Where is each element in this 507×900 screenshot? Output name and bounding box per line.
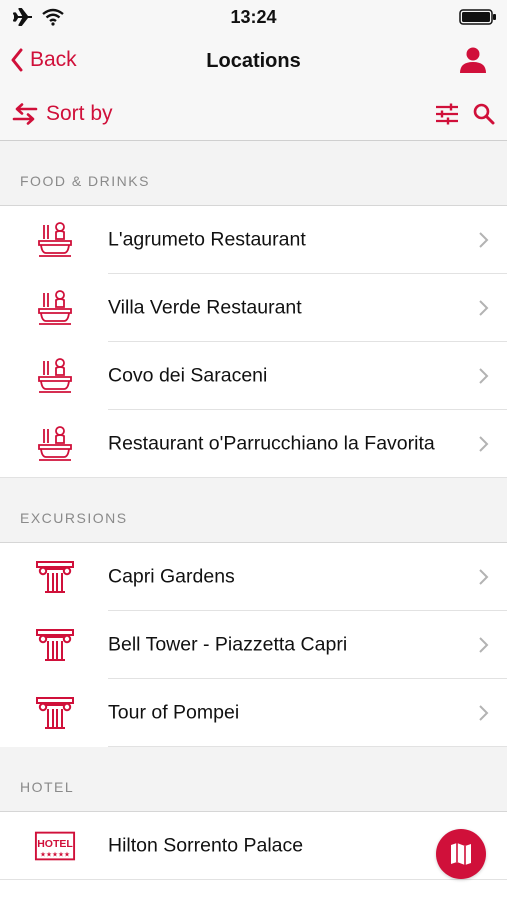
section-title: EXCURSIONS — [20, 510, 128, 526]
svg-text:★★★★★: ★★★★★ — [40, 852, 70, 859]
chevron-right-icon — [479, 232, 489, 248]
chevron-right-icon — [479, 569, 489, 585]
list-item[interactable]: HOTEL ★★★★★ Hilton Sorrento Palace — [0, 812, 507, 880]
column-icon — [34, 624, 76, 666]
hotel-icon: HOTEL ★★★★★ — [34, 825, 76, 867]
list-item-label: L'agrumeto Restaurant — [108, 228, 306, 251]
list-item[interactable]: Villa Verde Restaurant — [0, 274, 507, 342]
page-title: Locations — [206, 50, 301, 72]
battery-icon — [459, 9, 497, 30]
restaurant-icon — [34, 355, 76, 397]
locations-list: FOOD & DRINKS L'agrumeto Restaurant Vill… — [0, 141, 507, 880]
list-item[interactable]: Tour of Pompei — [0, 679, 507, 747]
user-button[interactable] — [459, 46, 487, 79]
list-item-label: Covo dei Saraceni — [108, 364, 268, 387]
chevron-right-icon — [479, 637, 489, 653]
status-bar: 13:24 — [0, 0, 507, 34]
navigation-bar: Back Locations — [0, 34, 507, 90]
list-item[interactable]: Bell Tower - Piazzetta Capri — [0, 611, 507, 679]
list-item-label: Capri Gardens — [108, 565, 235, 588]
chevron-right-icon — [479, 368, 489, 384]
list-item-label: Bell Tower - Piazzetta Capri — [108, 633, 348, 656]
chevron-right-icon — [479, 436, 489, 452]
map-icon — [451, 843, 471, 865]
map-button[interactable] — [436, 829, 486, 879]
section-header-excursions: EXCURSIONS — [0, 478, 507, 543]
restaurant-icon — [34, 287, 76, 329]
user-icon — [460, 47, 486, 73]
list-item[interactable]: Covo dei Saraceni — [0, 342, 507, 410]
list-item-label: Villa Verde Restaurant — [108, 296, 302, 319]
column-icon — [34, 692, 76, 734]
chevron-right-icon — [479, 300, 489, 316]
section-header-food-drinks: FOOD & DRINKS — [0, 141, 507, 206]
search-icon[interactable] — [473, 103, 495, 125]
list-item-label: Restaurant o'Parrucchiano la Favorita — [108, 432, 435, 455]
section-header-hotel: HOTEL — [0, 747, 507, 812]
sort-label: Sort by — [46, 102, 113, 125]
section-title: FOOD & DRINKS — [20, 173, 150, 189]
sort-toolbar: Sort by — [0, 90, 507, 141]
sort-button[interactable]: Sort by — [12, 102, 113, 126]
hotel-icon-text: HOTEL — [37, 838, 73, 850]
filter-sliders-icon[interactable] — [435, 103, 459, 125]
list-item[interactable]: Restaurant o'Parrucchiano la Favorita — [0, 410, 507, 478]
status-time: 13:24 — [230, 7, 277, 27]
column-icon — [34, 556, 76, 598]
list-item-label: Hilton Sorrento Palace — [108, 834, 304, 857]
chevron-right-icon — [479, 705, 489, 721]
list-item[interactable]: Capri Gardens — [0, 543, 507, 611]
restaurant-icon — [34, 423, 76, 465]
list-item[interactable]: L'agrumeto Restaurant — [0, 206, 507, 274]
swap-arrows-icon — [12, 103, 38, 125]
list-item-label: Tour of Pompei — [108, 701, 240, 724]
section-title: HOTEL — [20, 779, 75, 795]
restaurant-icon — [34, 219, 76, 261]
